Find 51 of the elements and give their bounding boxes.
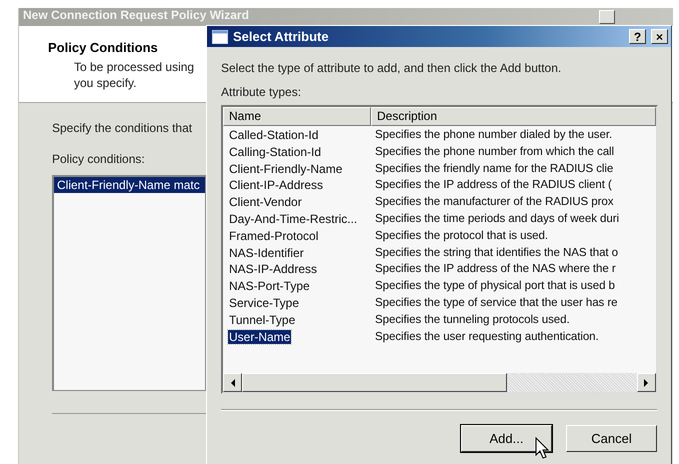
- window-icon: [212, 30, 228, 44]
- attribute-name[interactable]: NAS-Port-Type: [228, 279, 311, 294]
- page-title: Policy Conditions: [48, 40, 158, 55]
- attribute-description: Specifies the type of service that the user has re: [374, 294, 618, 311]
- cancel-button[interactable]: Cancel: [566, 425, 657, 452]
- attribute-name[interactable]: NAS-IP-Address: [228, 262, 318, 276]
- list-label: Attribute types:: [221, 85, 302, 99]
- attribute-description: Specifies the string that identifies the NAS that o: [374, 244, 620, 261]
- dialog-title: Select Attribute: [233, 29, 330, 44]
- attribute-description: Specifies the manufacturer of the RADIUS prox: [374, 194, 614, 210]
- attribute-name[interactable]: Calling-Station-Id: [228, 144, 322, 159]
- help-button[interactable]: ?: [629, 29, 646, 44]
- scroll-left-button[interactable]: [223, 373, 242, 392]
- condition-item[interactable]: Client-Friendly-Name matc: [54, 177, 205, 193]
- attribute-description: Specifies the protocol that is used.: [374, 228, 549, 244]
- page-description: you specify.: [74, 75, 136, 91]
- column-header[interactable]: Description: [371, 107, 656, 126]
- window-title: New Connection Request Policy Wizard: [23, 8, 249, 22]
- pointer-cursor-icon: [535, 437, 551, 461]
- right-arrow-icon: [644, 378, 649, 386]
- attribute-name[interactable]: Framed-Protocol: [228, 228, 320, 243]
- attribute-name[interactable]: Day-And-Time-Restric...: [228, 212, 358, 226]
- attribute-name[interactable]: Called-Station-Id: [228, 128, 320, 142]
- attribute-description: Specifies the IP address of the NAS where the r: [374, 261, 617, 278]
- add-button[interactable]: Add...: [461, 425, 552, 452]
- attribute-name[interactable]: Tunnel-Type: [228, 312, 296, 327]
- attribute-description: Specifies the type of physical port that is used b: [374, 278, 616, 294]
- instruction-text: Select the type of attribute to add, and then click the Add button.: [221, 61, 562, 75]
- page-description: To be processed using: [74, 59, 194, 75]
- attribute-name[interactable]: Client-IP-Address: [228, 178, 324, 192]
- scroll-right-button[interactable]: [637, 373, 656, 392]
- instruction-text: Specify the conditions that: [52, 121, 192, 135]
- attribute-name[interactable]: Client-Friendly-Name: [228, 162, 344, 176]
- attribute-description: Specifies the IP address of the RADIUS client (: [374, 177, 613, 194]
- left-arrow-icon: [230, 378, 235, 386]
- attribute-name[interactable]: User-Name: [228, 330, 292, 344]
- attribute-description: Specifies the time periods and days of week duri: [374, 210, 620, 227]
- attribute-name[interactable]: NAS-Identifier: [228, 246, 305, 260]
- attribute-description: Specifies the phone number from which the call: [374, 144, 615, 160]
- attribute-name[interactable]: Service-Type: [228, 296, 300, 310]
- horizontal-scrollbar[interactable]: [223, 373, 656, 392]
- attribute-description: Specifies the friendly name for the RADIUS clie: [374, 160, 614, 177]
- attribute-description: Specifies the phone number dialed by the user.: [374, 127, 614, 143]
- scroll-thumb[interactable]: [242, 373, 507, 392]
- list-label: Policy conditions:: [52, 152, 145, 166]
- close-button[interactable]: ×: [651, 29, 668, 44]
- conditions-list[interactable]: Client-Friendly-Name matc: [52, 175, 206, 391]
- attribute-name[interactable]: Client-Vendor: [228, 195, 303, 210]
- attribute-description: Specifies the tunneling protocols used.: [374, 312, 571, 328]
- column-header[interactable]: Name: [223, 107, 371, 126]
- attribute-description: Specifies the user requesting authentication.: [374, 328, 600, 345]
